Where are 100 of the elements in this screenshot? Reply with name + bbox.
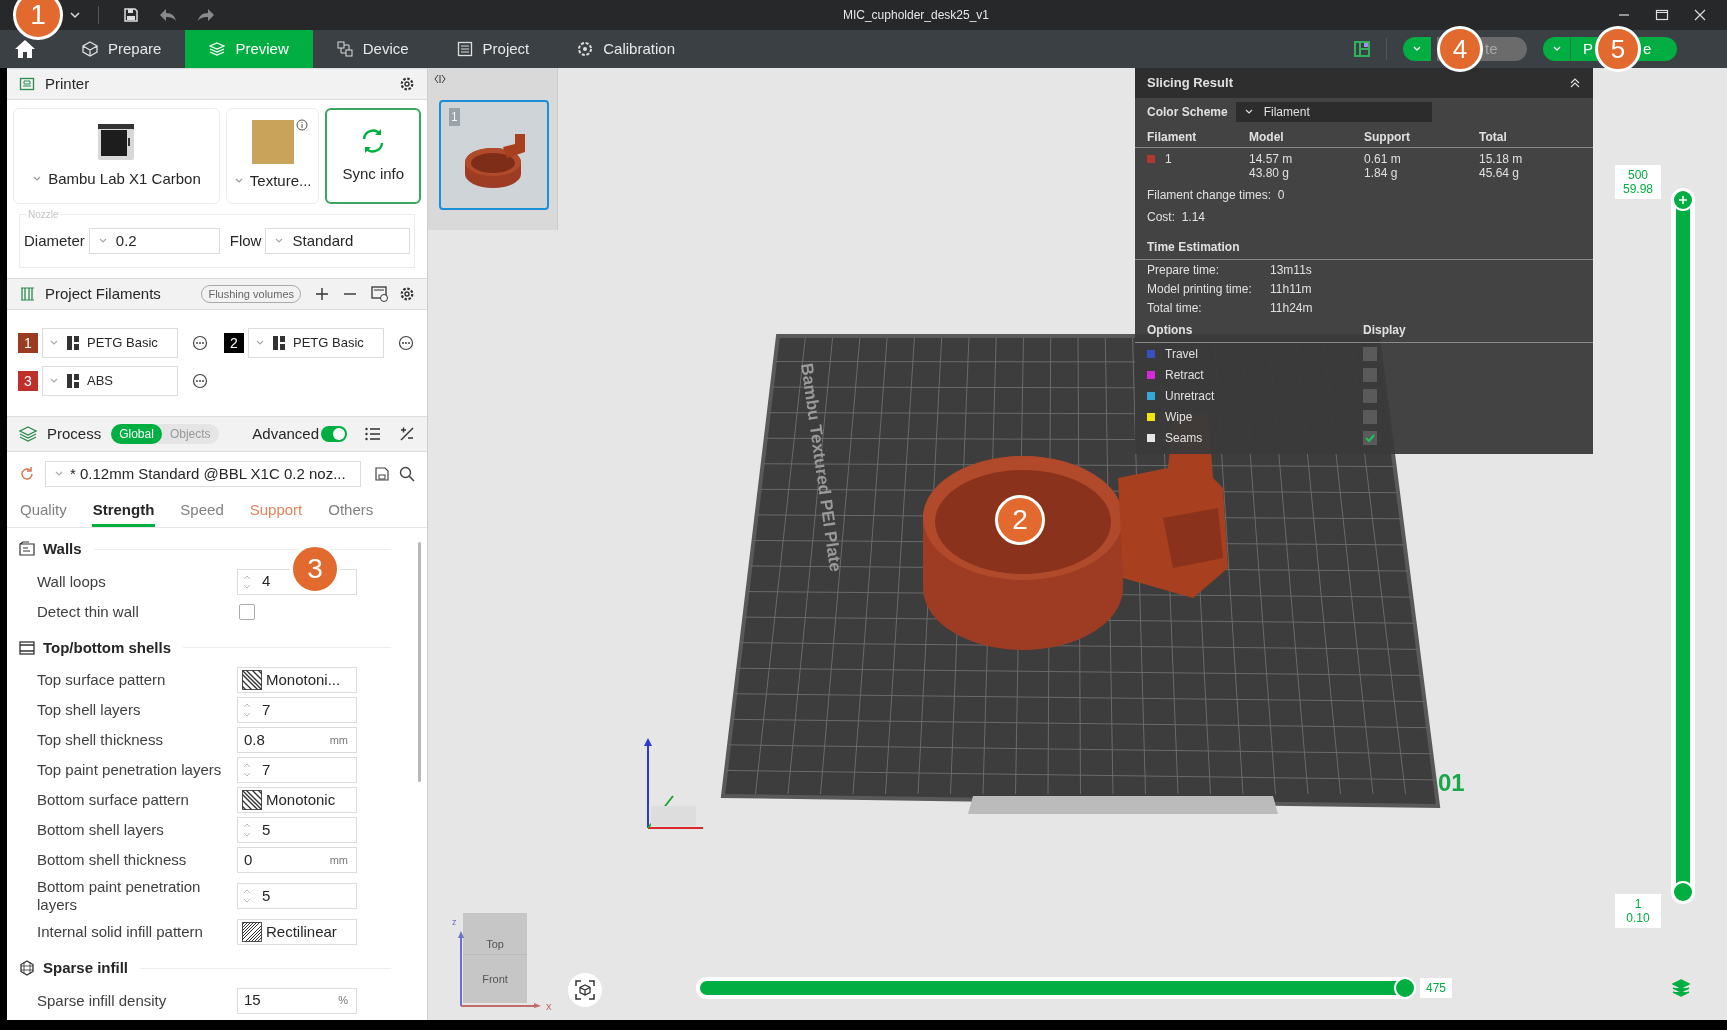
section-title: Project Filaments [45, 283, 161, 304]
number-callout: 4 [1437, 26, 1483, 72]
setting-label: Sparse infill density [37, 991, 168, 1010]
spinner-arrows-icon [242, 887, 252, 905]
more-icon[interactable] [398, 335, 414, 351]
redo-icon[interactable] [197, 8, 215, 22]
section-icon [19, 639, 35, 656]
dropdown-button[interactable] [1403, 37, 1431, 61]
layer-top-label: 500 59.98 [1615, 165, 1661, 199]
nav-tab[interactable]: Project [432, 30, 554, 68]
column-header: Model [1249, 128, 1285, 146]
add-icon[interactable] [315, 287, 329, 301]
setting-field[interactable]: 15 % [237, 987, 357, 1014]
device-icon [336, 41, 353, 57]
advanced-toggle[interactable] [321, 426, 347, 442]
setting-label: Top shell thickness [37, 731, 164, 749]
table-cell: 1 [1165, 152, 1172, 166]
group-title: Sparse infill [43, 958, 129, 978]
filament-sync-icon[interactable] [371, 286, 389, 302]
setting-field[interactable]: 0.8 mm [237, 727, 357, 753]
group-title: Walls [43, 539, 82, 559]
setting-field[interactable]: Monotoni... [237, 667, 357, 693]
settings-icon[interactable] [399, 76, 415, 92]
number-callout: 5 [1595, 26, 1641, 72]
table-cell-text: 1.84 g [1364, 166, 1399, 180]
section-icon [19, 541, 35, 558]
spool-icon [273, 336, 285, 350]
settings-icon[interactable] [399, 286, 415, 302]
list-icon[interactable] [365, 427, 381, 441]
view-cube[interactable]: Top Front [463, 913, 527, 1003]
setting-field[interactable]: 7 [237, 757, 357, 783]
display-checkbox[interactable] [1363, 367, 1377, 382]
stat-text: Cost: 1.14 [1146, 209, 1207, 226]
preset-dropdown[interactable]: * 0.12mm Standard @BBL X1C 0.2 noz... [45, 461, 361, 487]
setting-field[interactable]: 7 [237, 697, 357, 723]
settings-tab[interactable]: Quality [19, 496, 68, 527]
setting-field[interactable]: 5 [237, 817, 357, 843]
panel-title: Slicing Result [1147, 74, 1234, 93]
checkbox[interactable] [239, 603, 255, 620]
layer-slider-handle[interactable] [1672, 189, 1694, 211]
sync-info-button[interactable]: Sync info [325, 108, 421, 204]
display-checkbox[interactable] [1363, 388, 1377, 403]
maximize-icon[interactable] [1655, 8, 1669, 22]
stat-label: Total time: [1147, 299, 1203, 317]
undo-icon[interactable] [159, 8, 177, 22]
setting-field[interactable]: Rectilinear [237, 919, 357, 945]
collapse-panel-icon[interactable] [434, 74, 446, 84]
table-cell-text: 43.80 g [1249, 166, 1291, 180]
setting-field[interactable]: 5 [237, 883, 357, 909]
compare-icon[interactable] [399, 426, 415, 442]
plate-number: 01 [1438, 768, 1465, 798]
stat-value: 11h24m [1270, 299, 1313, 317]
save-icon[interactable] [375, 467, 389, 481]
field-label: Flow [229, 230, 262, 251]
settings-tab[interactable]: Speed [179, 496, 225, 527]
dropdown-button[interactable] [1543, 37, 1571, 61]
pattern-icon [242, 790, 262, 810]
setting-label: Bottom shell layers [37, 821, 165, 839]
column-header: Support [1364, 128, 1411, 146]
model-thumbnail-icon [463, 132, 527, 188]
more-icon[interactable] [192, 373, 208, 389]
search-icon[interactable] [399, 466, 415, 482]
display-checkbox[interactable] [1363, 430, 1377, 445]
material-dropdown[interactable]: PETG Basic [248, 328, 384, 358]
reset-icon[interactable] [19, 466, 35, 482]
nav-tab[interactable]: Device [312, 30, 433, 68]
stat-text: Filament change times: 0 [1146, 187, 1286, 204]
stat-label: Model printing time: [1147, 280, 1253, 298]
display-checkbox[interactable] [1363, 346, 1377, 361]
display-checkbox[interactable] [1363, 409, 1377, 424]
color-scheme-dropdown[interactable]: Filament [1235, 102, 1432, 122]
cube-icon [82, 41, 98, 57]
plate-selector[interactable]: Texture... [225, 108, 320, 204]
setting-field[interactable]: Monotonic [237, 787, 357, 813]
spool-icon [67, 336, 79, 350]
list-icon [456, 41, 473, 57]
settings-tab[interactable]: Strength [91, 496, 156, 527]
plate-label: Bambu Textured PEI Plate [797, 361, 843, 573]
fit-view-button[interactable] [568, 973, 602, 1007]
axis-label: z [452, 916, 457, 929]
stat-value: 13m11s [1270, 261, 1312, 279]
settings-tab[interactable]: Others [327, 496, 375, 527]
material-dropdown[interactable]: PETG Basic [42, 328, 178, 358]
diameter-dropdown[interactable]: 0.2 [88, 228, 220, 254]
more-icon[interactable] [192, 335, 208, 351]
close-icon[interactable] [1693, 8, 1707, 22]
collapse-icon[interactable] [1569, 77, 1581, 89]
printer-selector[interactable]: Bambu Lab X1 Carbon [13, 108, 220, 204]
setting-field[interactable]: 0 mm [237, 847, 357, 873]
material-dropdown[interactable]: ABS [42, 366, 178, 396]
toggle-label: Advanced [252, 423, 319, 444]
home-icon[interactable] [14, 38, 36, 60]
group-title: Top/bottom shells [43, 637, 172, 658]
info-icon[interactable] [296, 119, 309, 131]
flow-dropdown[interactable]: Standard [265, 228, 410, 254]
setting-label: Top shell layers [37, 701, 142, 719]
layer-slider-handle[interactable] [1672, 881, 1694, 903]
layout-icon[interactable] [1354, 41, 1370, 57]
nav-tab[interactable]: Calibration [553, 30, 699, 68]
spinner-arrows-icon [242, 761, 252, 779]
